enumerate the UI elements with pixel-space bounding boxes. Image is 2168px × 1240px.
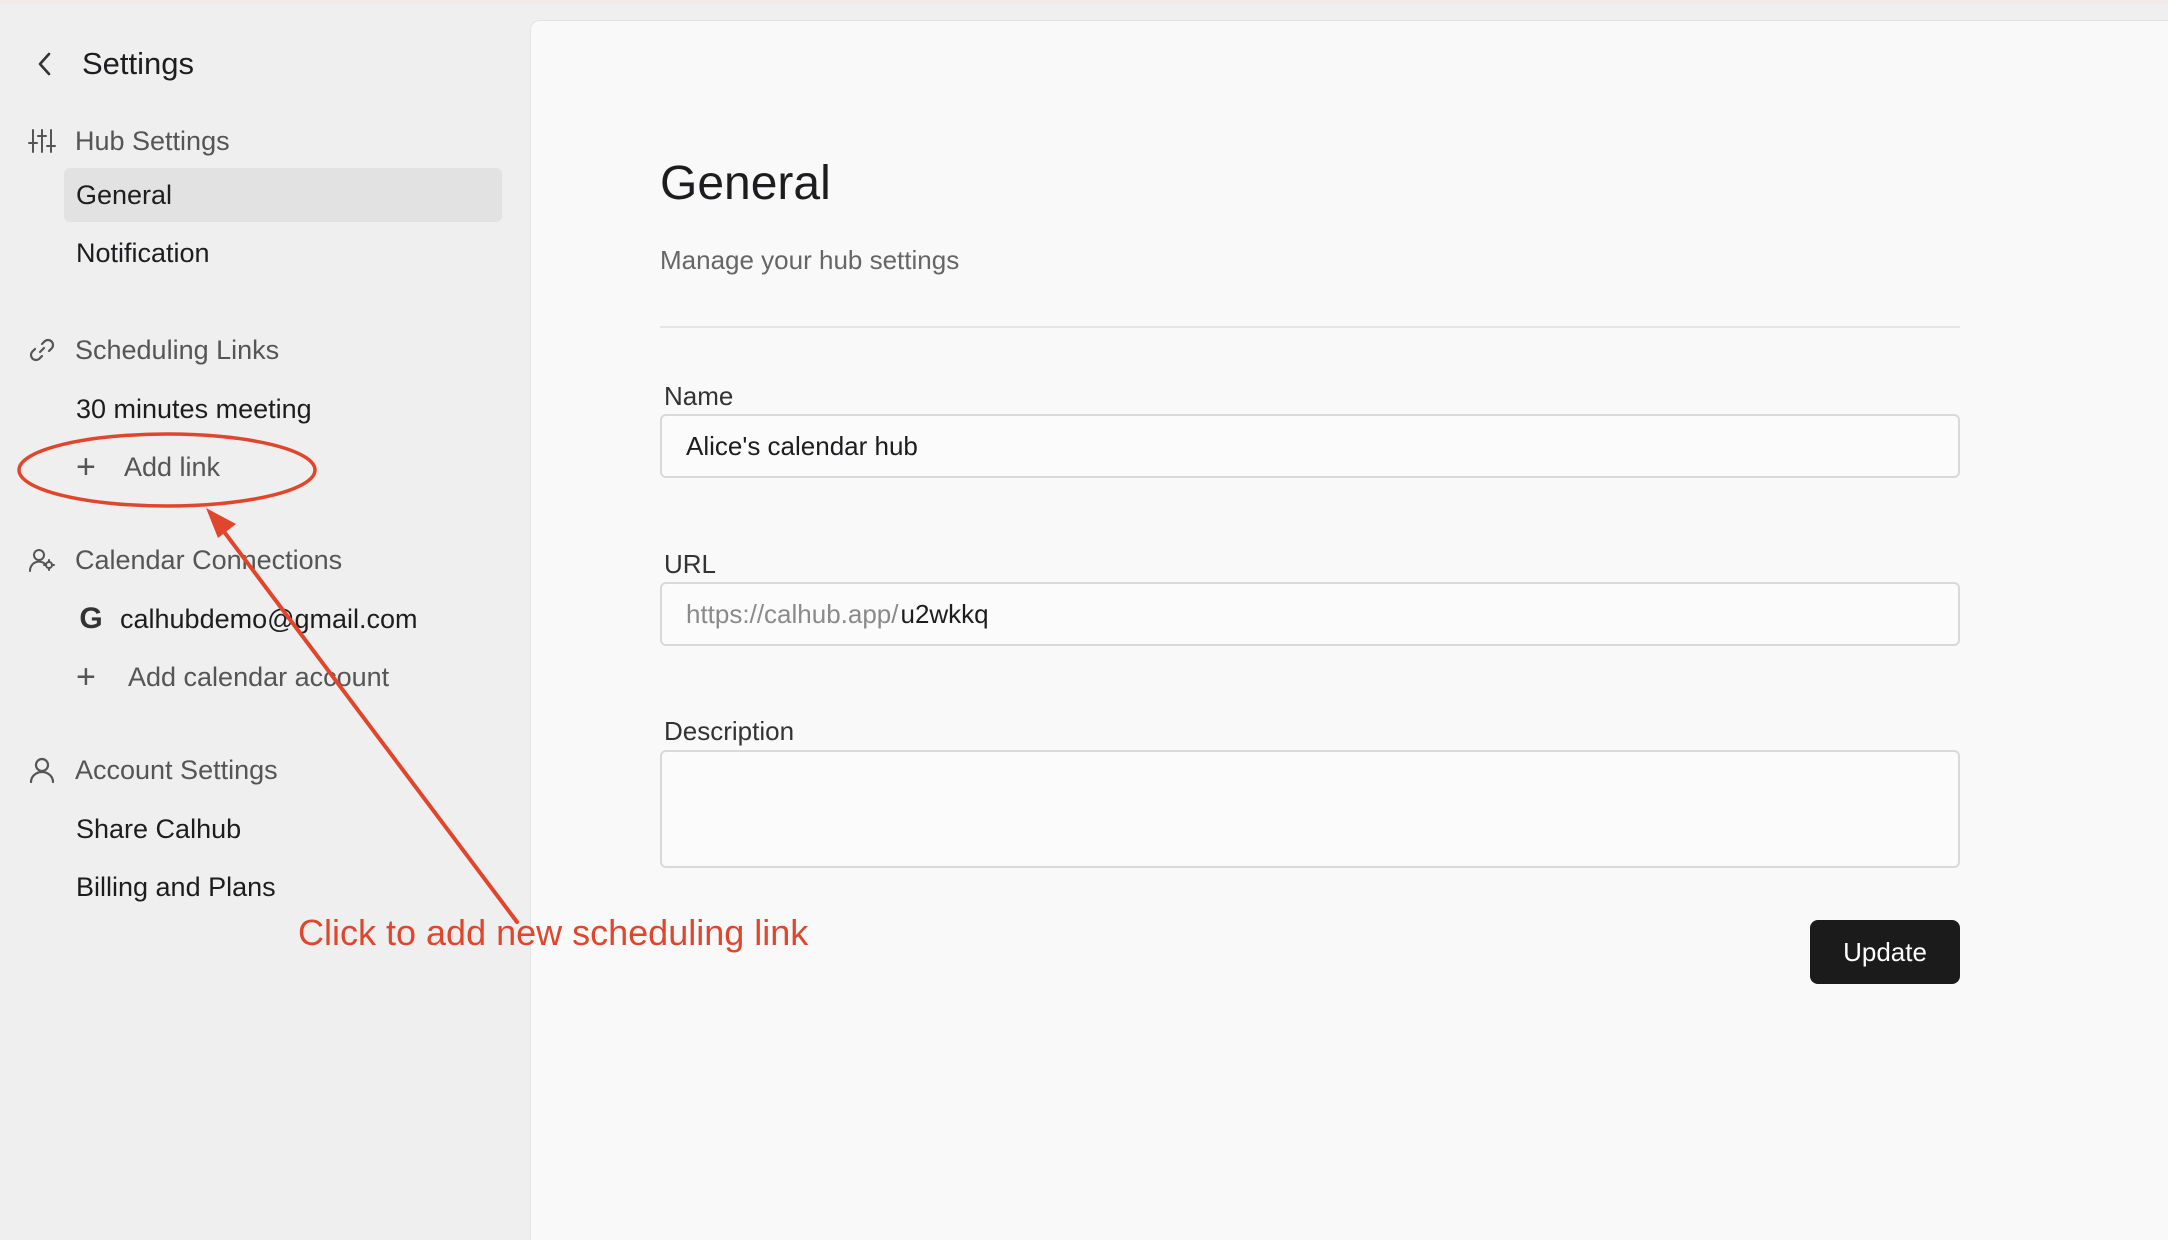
google-icon: G [79,602,103,635]
main-panel: General Manage your hub settings Name Al… [530,20,2168,1240]
section-hub-settings: Hub Settings [28,121,230,161]
url-prefix: https://calhub.app/ [686,598,899,629]
chevron-left-icon[interactable] [30,49,60,79]
sliders-icon [28,127,56,155]
add-link-button[interactable]: + Add link [64,440,502,494]
section-calendar-connections: Calendar Connections [28,540,342,580]
page-title: General [660,157,831,210]
url-label: URL [664,549,717,579]
description-label: Description [664,716,795,746]
add-calendar-account-button[interactable]: + Add calendar account [64,650,502,704]
sidebar-item-30-minutes-meeting[interactable]: 30 minutes meeting [64,382,502,436]
header-divider [660,326,1960,328]
sidebar-item-share-calhub[interactable]: Share Calhub [64,802,502,856]
sidebar-item-general[interactable]: General [64,168,502,222]
add-calendar-account-label: Add calendar account [128,661,390,692]
sidebar-item-label: calhubdemo@gmail.com [120,603,418,634]
name-label: Name [664,381,734,411]
url-slug-value: u2wkkq [900,598,989,629]
settings-back-header[interactable]: Settings [30,42,194,86]
section-label-scheduling-links: Scheduling Links [75,334,280,365]
settings-title: Settings [82,46,195,81]
name-input[interactable]: Alice's calendar hub [660,414,1960,478]
sidebar-item-notification[interactable]: Notification [64,226,502,280]
page-subtitle: Manage your hub settings [660,245,960,275]
sidebar-item-label: General [76,179,173,210]
user-icon [28,756,56,784]
sidebar-item-billing-and-plans[interactable]: Billing and Plans [64,860,502,914]
plus-icon: + [76,448,96,486]
section-label-calendar-connections: Calendar Connections [75,544,343,575]
description-textarea[interactable] [660,750,1960,868]
url-input[interactable]: https://calhub.app/ u2wkkq [660,582,1960,646]
sidebar-item-label: Notification [76,237,210,268]
section-label-account-settings: Account Settings [75,754,278,785]
people-icon [28,546,56,574]
add-link-label: Add link [124,451,221,482]
link-icon [28,336,56,364]
settings-sidebar: Settings Hub Settings General Notificati… [0,4,530,1240]
section-label-hub-settings: Hub Settings [75,125,230,156]
name-input-value: Alice's calendar hub [686,430,918,461]
section-account-settings: Account Settings [28,750,278,790]
sidebar-item-label: 30 minutes meeting [76,393,312,424]
sidebar-item-label: Billing and Plans [76,871,276,902]
sidebar-item-google-account[interactable]: G calhubdemo@gmail.com [64,592,502,646]
update-button[interactable]: Update [1810,920,1960,984]
plus-icon: + [76,658,96,696]
section-scheduling-links: Scheduling Links [28,330,279,370]
sidebar-item-label: Share Calhub [76,813,242,844]
